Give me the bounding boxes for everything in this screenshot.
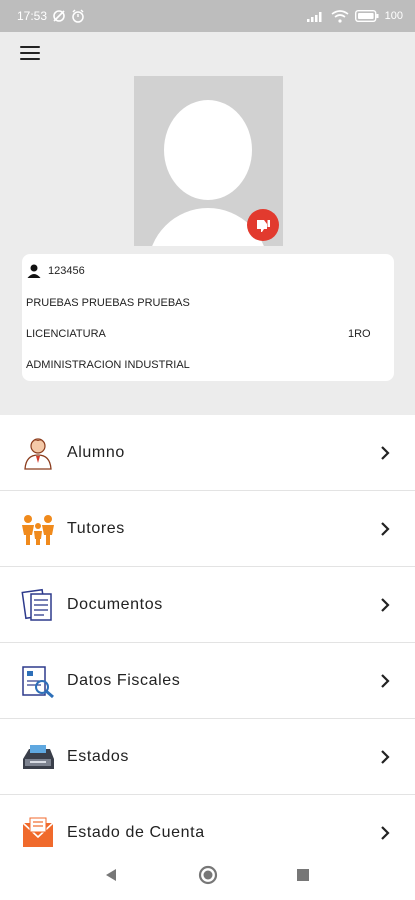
menu-item-datos-fiscales[interactable]: Datos Fiscales — [0, 643, 415, 719]
documents-icon — [21, 588, 52, 621]
menu-list: Alumno Tutores Documentos Datos Fiscales… — [0, 415, 415, 871]
student-id: 123456 — [48, 265, 85, 277]
menu-item-label: Estado de Cuenta — [67, 823, 205, 841]
person-icon — [27, 264, 41, 278]
signal-icon — [306, 12, 322, 22]
profile-header: 123456 PRUEBAS PRUEBAS PRUEBAS LICENCIAT… — [0, 32, 415, 415]
chevron-right-icon — [381, 749, 390, 764]
thumbs-down-icon[interactable] — [247, 209, 279, 241]
home-icon[interactable] — [198, 865, 218, 885]
hamburger-line — [20, 52, 40, 54]
tutors-icon — [22, 514, 54, 545]
student-level: LICENCIATURA — [26, 328, 106, 340]
data-saver-icon — [53, 10, 65, 22]
fiscal-data-icon — [22, 665, 54, 698]
battery-icon — [354, 10, 379, 22]
menu-item-label: Estados — [67, 747, 130, 765]
menu-item-alumno[interactable]: Alumno — [0, 415, 415, 491]
student-info-card: 123456 PRUEBAS PRUEBAS PRUEBAS LICENCIAT… — [22, 254, 394, 381]
chevron-right-icon — [381, 825, 390, 840]
chevron-right-icon — [381, 673, 390, 688]
student-program: ADMINISTRACION INDUSTRIAL — [26, 359, 190, 371]
chevron-right-icon — [381, 521, 390, 536]
recents-icon[interactable] — [297, 869, 309, 881]
back-icon[interactable] — [104, 868, 118, 882]
alarm-icon — [72, 9, 84, 23]
student-level-row: LICENCIATURA 1RO — [26, 326, 394, 342]
battery-level: 100 — [384, 10, 403, 22]
account-statement-icon — [22, 817, 54, 847]
hamburger-line — [20, 46, 40, 48]
states-icon — [23, 744, 54, 769]
avatar-head — [164, 100, 252, 200]
student-semester: 1RO — [348, 328, 371, 340]
chevron-right-icon — [381, 597, 390, 612]
menu-item-documentos[interactable]: Documentos — [0, 567, 415, 643]
menu-item-label: Alumno — [67, 443, 125, 461]
hamburger-menu-icon[interactable] — [20, 46, 40, 62]
student-icon — [24, 437, 52, 470]
status-bar: 17:53 100 — [0, 0, 415, 32]
student-id-row: 123456 — [26, 263, 394, 279]
status-left: 17:53 — [17, 9, 85, 23]
status-time: 17:53 — [17, 9, 48, 23]
menu-item-label: Datos Fiscales — [67, 671, 181, 689]
menu-item-label: Tutores — [67, 519, 125, 537]
menu-item-estados[interactable]: Estados — [0, 719, 415, 795]
student-name-row: PRUEBAS PRUEBAS PRUEBAS — [26, 295, 394, 311]
status-right: 100 — [306, 9, 403, 23]
wifi-icon — [331, 9, 349, 23]
student-name: PRUEBAS PRUEBAS PRUEBAS — [26, 297, 190, 309]
chevron-right-icon — [381, 445, 390, 460]
system-nav-bar — [0, 850, 415, 900]
menu-item-label: Documentos — [67, 595, 163, 613]
hamburger-line — [20, 58, 40, 60]
student-program-row: ADMINISTRACION INDUSTRIAL — [26, 357, 394, 373]
menu-item-tutores[interactable]: Tutores — [0, 491, 415, 567]
